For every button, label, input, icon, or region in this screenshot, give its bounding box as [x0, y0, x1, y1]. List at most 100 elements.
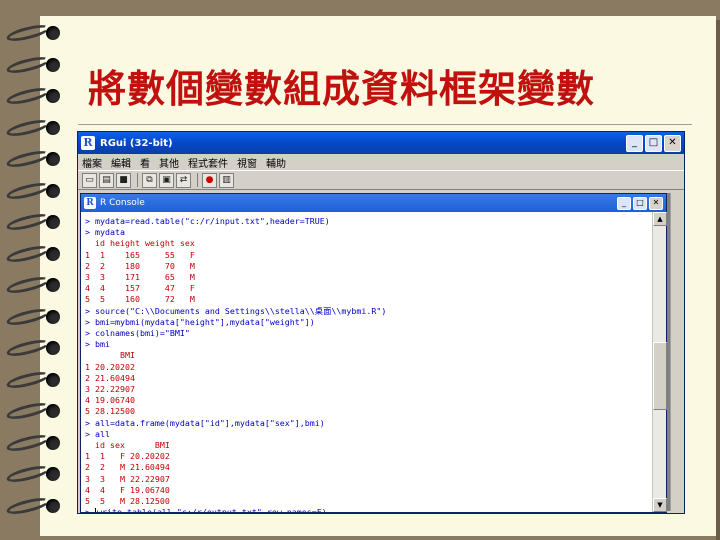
- console-close-button[interactable]: ✕: [649, 196, 663, 210]
- stop-icon[interactable]: ●: [202, 172, 217, 188]
- ring-hole: [46, 435, 60, 450]
- rgui-window: R RGui (32-bit) _ □ ✕ 檔案 編輯 看 其他 程式套件 視窗…: [77, 131, 685, 514]
- workspace-scrollbar[interactable]: [670, 193, 682, 511]
- binding-ring: [5, 84, 62, 108]
- ring-hole: [46, 89, 60, 103]
- menu-misc[interactable]: 其他: [159, 155, 179, 170]
- console-line: BMI: [85, 350, 135, 361]
- scroll-down-button[interactable]: ▼: [653, 498, 667, 512]
- scroll-thumb[interactable]: [653, 342, 667, 410]
- console-line: id height weight sex: [85, 238, 195, 249]
- rgui-titlebar[interactable]: R RGui (32-bit) _ □ ✕: [78, 132, 684, 154]
- binding-ring: [5, 210, 62, 234]
- ring-wire: [5, 179, 51, 202]
- console-line: > colnames(bmi)="BMI": [85, 328, 190, 339]
- console-line: 4 19.06740: [85, 395, 135, 406]
- menu-help[interactable]: 輔助: [266, 155, 286, 170]
- binding-ring: [5, 368, 62, 391]
- menu-windows[interactable]: 視窗: [237, 155, 257, 170]
- ring-wire: [5, 462, 51, 486]
- binding-ring: [5, 53, 62, 76]
- binding-ring: [5, 399, 62, 423]
- toolbar: ▭ ▤ ■ ⧉ ▣ ⇄ ● ▥: [78, 170, 684, 190]
- current-input[interactable]: write.table(all,"c:/r/output.txt",row.na…: [97, 507, 327, 512]
- console-line: 3 3 171 65 M: [85, 272, 195, 283]
- copy-paste-icon[interactable]: ⇄: [176, 172, 191, 188]
- menu-edit[interactable]: 編輯: [111, 155, 131, 170]
- ring-wire: [5, 368, 51, 391]
- ring-wire: [5, 53, 51, 76]
- maximize-button[interactable]: □: [645, 134, 662, 152]
- ring-hole: [46, 341, 60, 355]
- console-line: > mydata: [85, 227, 125, 238]
- console-line: 2 2 M 21.60494: [85, 462, 170, 473]
- console-maximize-button[interactable]: □: [633, 196, 647, 210]
- console-line: 3 22.22907: [85, 384, 135, 395]
- ring-wire: [5, 21, 51, 45]
- prompt: >: [85, 507, 95, 512]
- ring-wire: [5, 494, 51, 517]
- scroll-up-button[interactable]: ▲: [653, 212, 667, 226]
- copy-icon[interactable]: ⧉: [142, 172, 157, 188]
- console-line: > bmi: [85, 339, 110, 350]
- ring-hole: [46, 498, 60, 513]
- ring-wire: [5, 210, 51, 234]
- ring-hole: [46, 278, 60, 292]
- ring-wire: [5, 399, 51, 423]
- console-line: 1 1 F 20.20202: [85, 451, 170, 462]
- ring-hole: [46, 57, 60, 72]
- menu-bar: 檔案 編輯 看 其他 程式套件 視窗 輔助: [78, 154, 684, 170]
- menu-file[interactable]: 檔案: [82, 155, 102, 170]
- console-line: > all=data.frame(mydata["id"],mydata["se…: [85, 417, 325, 428]
- title-divider: [78, 124, 692, 125]
- ring-hole: [46, 372, 60, 387]
- console-line: > write.table(all,"c:/r/output.txt",row.…: [85, 507, 650, 512]
- window-title: RGui (32-bit): [100, 137, 173, 149]
- toolbar-separator: [137, 173, 138, 187]
- binding-ring: [5, 21, 62, 45]
- console-line: > all: [85, 428, 110, 439]
- menu-packages[interactable]: 程式套件: [188, 155, 228, 170]
- console-line: 1 20.20202: [85, 361, 135, 372]
- menu-view[interactable]: 看: [140, 155, 150, 170]
- binding-ring: [5, 431, 62, 454]
- ring-hole: [46, 183, 60, 198]
- page-shadow: [716, 20, 720, 540]
- ring-wire: [5, 305, 51, 328]
- binding-ring: [5, 305, 62, 328]
- toolbar-separator: [197, 173, 198, 187]
- console-line: 5 5 160 72 M: [85, 294, 195, 305]
- load-workspace-icon[interactable]: ▤: [99, 172, 114, 188]
- binding-ring: [5, 336, 62, 360]
- print-icon[interactable]: ▥: [219, 172, 234, 188]
- open-script-icon[interactable]: ▭: [82, 172, 97, 188]
- binding-ring: [5, 273, 62, 297]
- console-titlebar[interactable]: R R Console _ □ ✕: [81, 194, 666, 212]
- r-console-window: R R Console _ □ ✕ > mydata=read.table("c…: [80, 193, 667, 513]
- console-line: > source("C:\\Documents and Settings\\st…: [85, 305, 387, 316]
- minimize-button[interactable]: _: [626, 134, 643, 152]
- ring-hole: [46, 467, 60, 481]
- binding-ring: [5, 494, 62, 517]
- console-scrollbar[interactable]: ▲ ▼: [652, 212, 667, 512]
- console-line: 5 5 M 28.12500: [85, 496, 170, 507]
- console-line: 5 28.12500: [85, 406, 135, 417]
- console-line: 4 4 157 47 F: [85, 283, 195, 294]
- paste-icon[interactable]: ▣: [159, 172, 174, 188]
- ring-wire: [5, 84, 51, 108]
- r-logo-icon: R: [84, 197, 96, 209]
- slide-title: 將數個變數組成資料框架變數: [88, 66, 596, 111]
- console-line: 2 2 180 70 M: [85, 260, 195, 271]
- ring-hole: [46, 309, 60, 324]
- console-minimize-button[interactable]: _: [617, 196, 631, 210]
- text-cursor: [95, 507, 96, 512]
- save-icon[interactable]: ■: [116, 172, 131, 188]
- console-line: id sex BMI: [85, 440, 170, 451]
- console-output[interactable]: > mydata=read.table("c:/r/input.txt",hea…: [85, 216, 650, 512]
- mdi-workspace: R R Console _ □ ✕ > mydata=read.table("c…: [80, 193, 682, 513]
- ring-wire: [5, 431, 51, 454]
- close-button[interactable]: ✕: [664, 134, 681, 152]
- console-line: 2 21.60494: [85, 372, 135, 383]
- ring-wire: [5, 116, 51, 139]
- binding-ring: [5, 147, 62, 171]
